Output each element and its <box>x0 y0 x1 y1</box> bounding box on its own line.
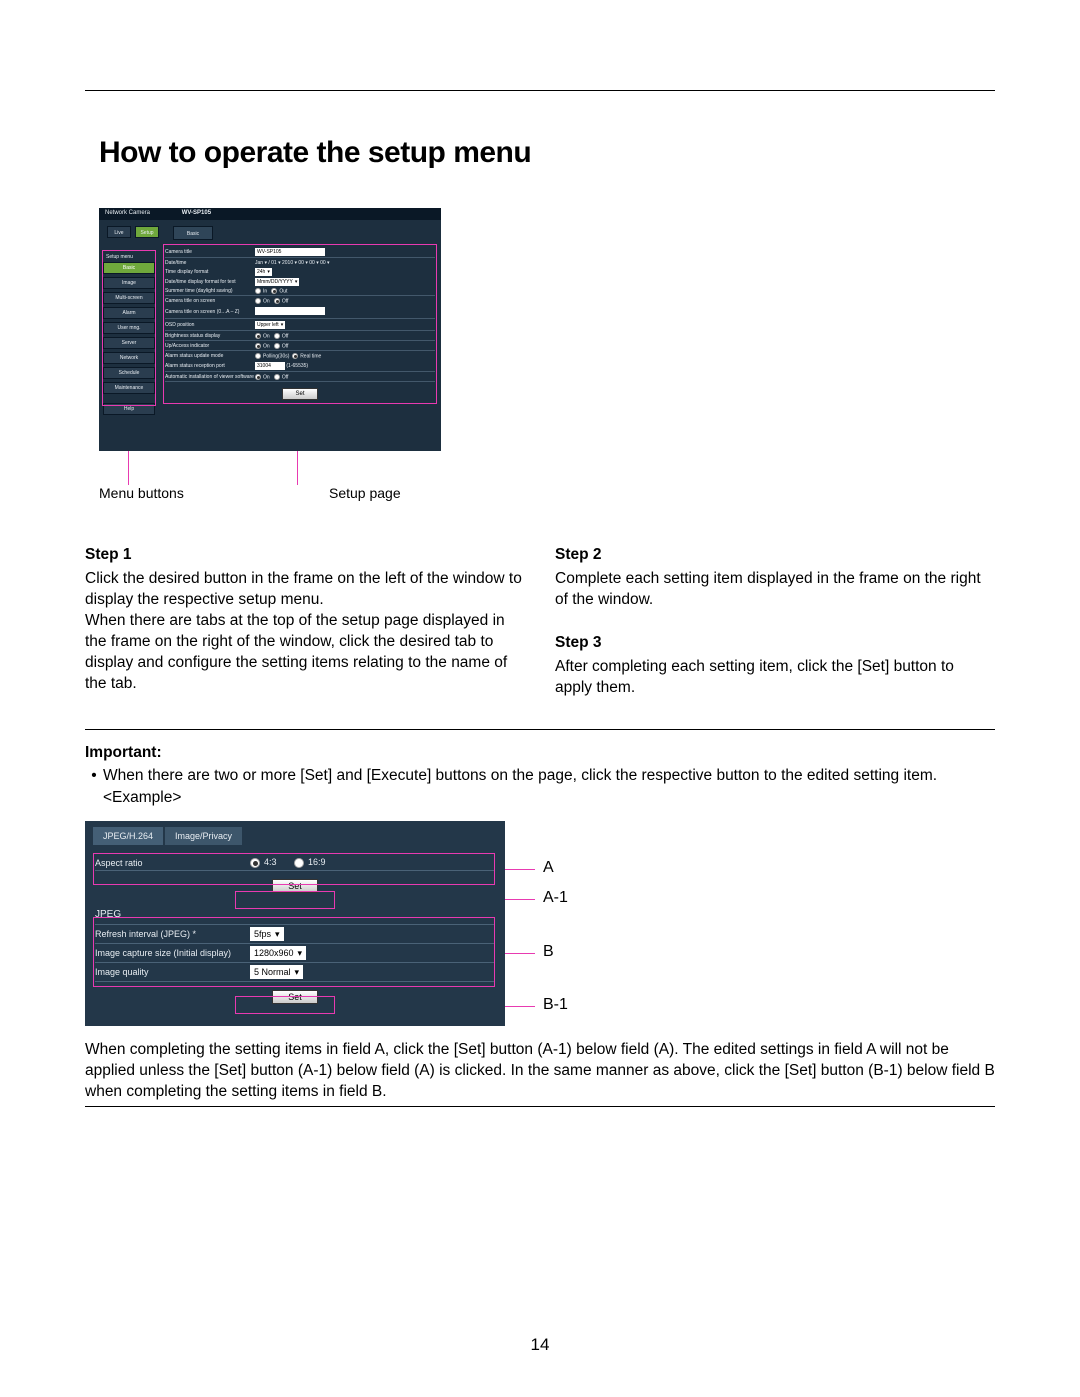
setup-button[interactable]: Setup <box>135 226 159 238</box>
page-number: 14 <box>0 1335 1080 1355</box>
datetime-selects[interactable]: Jan ▾ / 01 ▾ 2010 ▾ 00 ▾ 00 ▾ 00 ▾ <box>255 260 435 266</box>
sidebar: Setup menu Basic Image Multi-screen Alar… <box>103 252 155 418</box>
page-title: How to operate the setup menu <box>99 136 995 170</box>
refresh-label: Refresh interval (JPEG) * <box>95 929 250 939</box>
row-osd: OSD position <box>165 322 255 328</box>
alarm-mode-radio[interactable]: Polling(30s) Real time <box>255 353 435 359</box>
row-alarm-mode: Alarm status update mode <box>165 353 255 359</box>
sidebar-item-server[interactable]: Server <box>103 337 155 349</box>
sidebar-item-multiscreen[interactable]: Multi-screen <box>103 292 155 304</box>
setup-screenshot-1: Network Camera WV-SP105 Live Setup Basic… <box>99 208 441 451</box>
brand-label: Network Camera <box>105 210 150 216</box>
step3-p: After completing each setting item, clic… <box>555 657 995 699</box>
capsize-label: Image capture size (Initial display) <box>95 948 250 958</box>
row-camera-title: Camera title <box>165 249 255 255</box>
sidebar-item-image[interactable]: Image <box>103 277 155 289</box>
brightness-radio[interactable]: On Off <box>255 333 435 339</box>
quality-select[interactable]: 5 Normal <box>250 965 303 979</box>
refresh-select[interactable]: 5fps <box>250 927 284 941</box>
row-date-format: Date/time display format for text <box>165 279 255 285</box>
port-range: (1-65535) <box>286 363 308 369</box>
row-brightness: Brightness status display <box>165 333 255 339</box>
step2-p: Complete each setting item displayed in … <box>555 569 995 611</box>
sidebar-item-alarm[interactable]: Alarm <box>103 307 155 319</box>
alarm-port-input[interactable]: 31004 <box>255 362 285 370</box>
annot-B1: B-1 <box>543 996 568 1014</box>
date-format-select[interactable]: Mmm/DD/YYYY <box>255 278 299 286</box>
example-label: <Example> <box>85 788 995 809</box>
row-title-onscreen: Camera title on screen <box>165 298 255 304</box>
bullet-icon: • <box>85 766 103 787</box>
title-onscreen-radio[interactable]: On Off <box>255 298 435 304</box>
row-title-text: Camera title on screen (0…A – Z) <box>165 309 255 315</box>
ar-43: 4:3 <box>264 857 277 867</box>
label-menu-buttons: Menu buttons <box>99 485 329 501</box>
row-indicator: Up/Access indicator <box>165 343 255 349</box>
capsize-select[interactable]: 1280x960 <box>250 946 306 960</box>
step2-heading: Step 2 <box>555 545 995 566</box>
row-alarm-port: Alarm status reception port <box>165 363 255 369</box>
tab-jpeg-h264[interactable]: JPEG/H.264 <box>93 827 163 845</box>
quality-label: Image quality <box>95 967 250 977</box>
jpeg-section-header: JPEG <box>95 907 495 925</box>
camera-title-input[interactable]: WV-SP105 <box>255 248 325 256</box>
summer-radio[interactable]: In Out <box>255 288 435 294</box>
ar-169: 16:9 <box>308 857 326 867</box>
model-label: WV-SP105 <box>182 210 211 216</box>
step1-p2: When there are tabs at the top of the se… <box>85 611 525 695</box>
row-auto-install: Automatic installation of viewer softwar… <box>165 374 255 380</box>
example-screenshot: JPEG/H.264 Image/Privacy Aspect ratio 4:… <box>85 821 505 1026</box>
sidebar-item-maintenance[interactable]: Maintenance <box>103 382 155 394</box>
tab-basic[interactable]: Basic <box>173 226 213 240</box>
row-datetime: Date/time <box>165 260 255 266</box>
time-format-select[interactable]: 24h <box>255 268 272 276</box>
set-button-s1[interactable]: Set <box>282 388 318 400</box>
annotation-labels: A A-1 B B-1 <box>505 821 615 1026</box>
live-button[interactable]: Live <box>107 226 131 238</box>
aspect-ratio-label: Aspect ratio <box>95 858 250 868</box>
step3-heading: Step 3 <box>555 633 995 654</box>
tab-image-privacy[interactable]: Image/Privacy <box>165 827 242 845</box>
sidebar-item-basic[interactable]: Basic <box>103 262 155 274</box>
annot-A1: A-1 <box>543 889 568 907</box>
sidebar-item-usermng[interactable]: User mng. <box>103 322 155 334</box>
annot-B: B <box>543 943 554 961</box>
annot-A: A <box>543 859 554 877</box>
sidebar-item-schedule[interactable]: Schedule <box>103 367 155 379</box>
closing-paragraph: When completing the setting items in fie… <box>85 1040 995 1103</box>
step1-p1: Click the desired button in the frame on… <box>85 569 525 611</box>
important-text: When there are two or more [Set] and [Ex… <box>103 766 995 787</box>
sidebar-item-help[interactable]: Help <box>103 403 155 415</box>
step1-heading: Step 1 <box>85 545 525 566</box>
important-heading: Important: <box>85 744 995 762</box>
osd-select[interactable]: Upper left <box>255 321 285 329</box>
sidebar-item-network[interactable]: Network <box>103 352 155 364</box>
indicator-radio[interactable]: On Off <box>255 343 435 349</box>
set-button-a1[interactable]: Set <box>272 879 318 893</box>
row-summer: Summer time (daylight saving) <box>165 288 255 294</box>
row-time-format: Time display format <box>165 269 255 275</box>
aspect-ratio-radio[interactable]: 4:3 16:9 <box>250 857 326 868</box>
label-setup-page: Setup page <box>329 485 401 501</box>
auto-install-radio[interactable]: On Off <box>255 374 435 380</box>
set-button-b1[interactable]: Set <box>272 990 318 1004</box>
setup-panel: Camera titleWV-SP105 Date/timeJan ▾ / 01… <box>165 248 435 400</box>
sidebar-header: Setup menu <box>103 252 155 262</box>
title-text-input[interactable] <box>255 307 325 315</box>
